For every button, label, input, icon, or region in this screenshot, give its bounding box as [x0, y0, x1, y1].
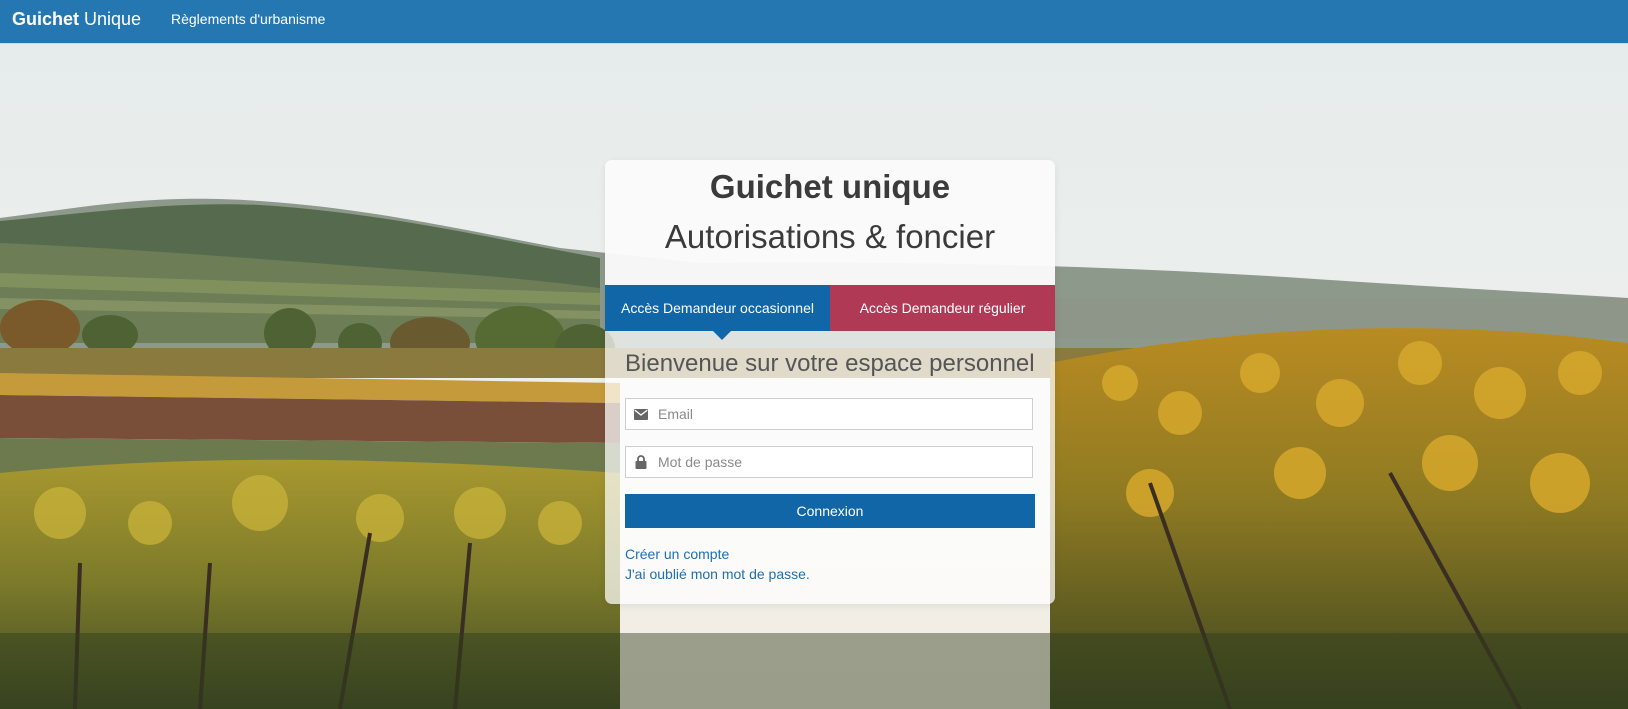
tab-label: Accès Demandeur occasionnel [621, 300, 814, 316]
card-header: Guichet unique Autorisations & foncier [605, 160, 1055, 285]
forgot-password-link[interactable]: J'ai oublié mon mot de passe. [625, 564, 1035, 584]
tab-demandeur-occasionnel[interactable]: Accès Demandeur occasionnel [605, 285, 830, 340]
create-account-link[interactable]: Créer un compte [625, 544, 1035, 564]
password-field [625, 446, 1033, 478]
account-links: Créer un compte J'ai oublié mon mot de p… [625, 544, 1035, 584]
card-title: Guichet unique [709, 168, 951, 205]
email-input[interactable] [656, 400, 1032, 428]
card-subtitle: Autorisations & foncier [664, 218, 996, 255]
welcome-heading: Bienvenue sur votre espace personnel [625, 350, 1035, 377]
email-field [625, 398, 1033, 430]
tab-demandeur-regulier[interactable]: Accès Demandeur régulier [830, 285, 1055, 331]
brand-rest-text: Unique [84, 9, 142, 29]
brand-bold-text: Guichet [12, 9, 80, 29]
lock-icon [626, 455, 656, 469]
access-tabs: Accès Demandeur occasionnel Accès Demand… [605, 285, 1055, 340]
password-input[interactable] [656, 448, 1032, 476]
brand-link[interactable]: Guichet Unique [12, 9, 141, 30]
nav-link-reglements[interactable]: Règlements d'urbanisme [171, 11, 325, 27]
active-tab-indicator [713, 331, 731, 340]
login-form: Bienvenue sur votre espace personnel Con… [605, 331, 1055, 584]
login-card: Guichet unique Autorisations & foncier A… [605, 160, 1055, 604]
top-navbar: Guichet Unique Règlements d'urbanisme [0, 0, 1628, 43]
envelope-icon [626, 408, 656, 420]
login-button[interactable]: Connexion [625, 494, 1035, 528]
tab-label: Accès Demandeur régulier [859, 300, 1026, 316]
